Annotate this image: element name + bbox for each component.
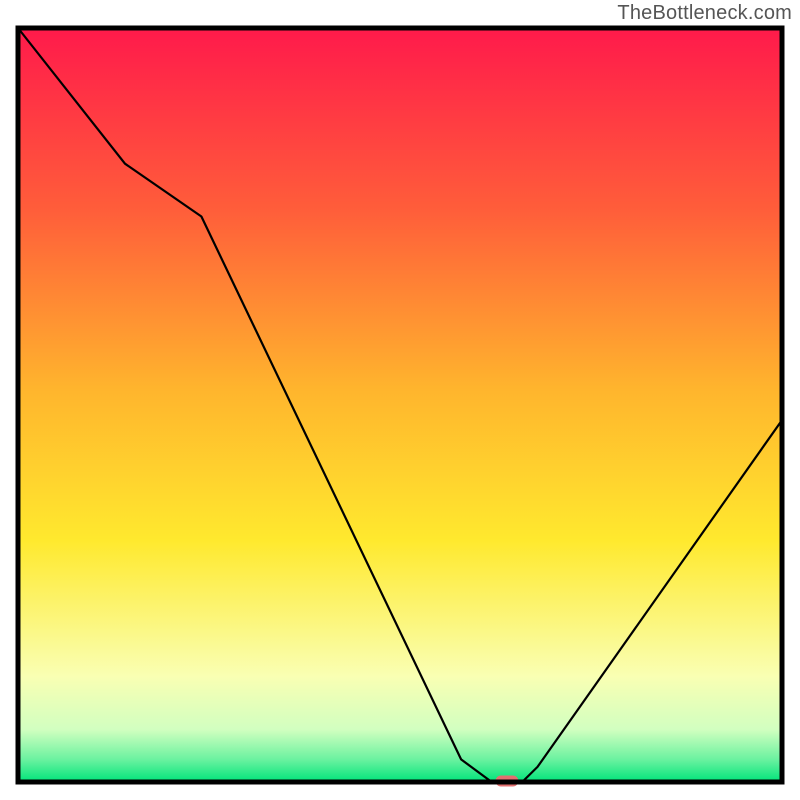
bottleneck-chart: [0, 0, 800, 800]
chart-background: [18, 28, 782, 782]
chart-container: TheBottleneck.com: [0, 0, 800, 800]
watermark-text: TheBottleneck.com: [617, 2, 792, 25]
